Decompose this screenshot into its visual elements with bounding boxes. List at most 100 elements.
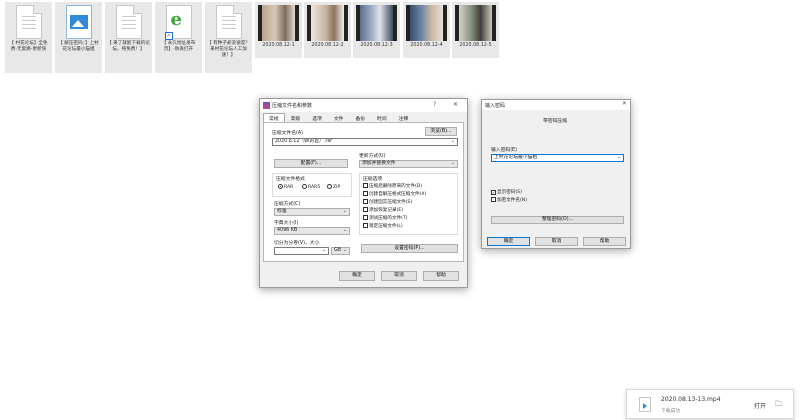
split-volumes-label: 切分为分卷(V)，大小 [274, 241, 320, 246]
video-file-item[interactable]: 2020.08.12-5 [452, 2, 499, 58]
organize-passwords-button[interactable]: 整理密码(O)... [491, 216, 624, 224]
text-document-icon [215, 5, 242, 39]
password-cancel-button[interactable]: 取消 [535, 237, 578, 246]
split-size-input[interactable] [274, 247, 329, 255]
image-file-icon [65, 5, 92, 39]
file-name: 【 村花论坛】全免费-无套路-更新快 [9, 41, 48, 52]
tab-advanced[interactable]: 高级 [285, 113, 307, 122]
video-name: 2020.08.12-3 [360, 43, 393, 48]
download-status: 下载成功 [661, 409, 681, 414]
checkbox-icon [491, 197, 496, 202]
file-item[interactable]: e ↗ 【 永久地址发布页】-防丢打开 [155, 2, 202, 73]
tab-options[interactable]: 选项 [306, 113, 328, 122]
close-icon[interactable]: ✕ [453, 101, 458, 108]
archive-format-label: 压缩文件格式 [276, 177, 305, 182]
file-item[interactable]: 【 来了就能下载的论坛，纯免费！】 [105, 2, 152, 73]
video-name: 2020.08.12-5 [459, 43, 492, 48]
password-label: 输入密码(E) [491, 148, 517, 153]
password-dialog-title: 输入密码 [485, 103, 506, 109]
open-file-button[interactable]: 打开 [754, 401, 766, 410]
tab-comment[interactable]: 注释 [393, 113, 415, 122]
method-label: 压缩方式(C) [274, 202, 301, 207]
video-file-item[interactable]: 2020.08.12-1 [255, 2, 302, 58]
archive-dialog-title: 压缩文件名和参数 [272, 103, 313, 109]
desktop: 【 村花论坛】全免费-无套路-更新快 【 解压密码：】上村花论坛最小猫姐 【 来… [0, 0, 800, 420]
video-name: 2020.08.12-4 [410, 43, 443, 48]
archive-dialog-titlebar[interactable]: 压缩文件名和参数 ? ✕ [260, 99, 467, 112]
general-panel: 压缩文件名(A) 浏览(B)... 2020.8.12（wi的首）.rar 配置… [263, 122, 464, 262]
archive-name-label: 压缩文件名(A) [272, 131, 304, 136]
tab-backup[interactable]: 备份 [349, 113, 371, 122]
show-password-checkbox[interactable]: ✓ 显示密码(S) [491, 189, 522, 195]
ok-button[interactable]: 确定 [339, 271, 375, 281]
password-help-button[interactable]: 帮助 [583, 237, 626, 246]
method-select[interactable]: 标准 [274, 208, 350, 216]
folder-icon[interactable]: 🗀 [775, 400, 782, 411]
checkbox-icon [363, 207, 368, 212]
browse-button[interactable]: 浏览(B)... [425, 127, 457, 136]
download-notification: 2020.08.13-13.mp4 下载成功 打开 🗀 [626, 389, 794, 419]
options-label: 压缩选项 [363, 177, 383, 182]
checkbox-icon [363, 223, 368, 228]
checkbox-icon [363, 215, 368, 220]
video-thumbnail-icon [258, 5, 299, 41]
split-unit-select[interactable]: GB [331, 247, 350, 255]
file-item[interactable]: 【 村花论坛】全免费-无套路-更新快 [5, 2, 52, 73]
format-zip-radio[interactable]: ZIP [327, 184, 340, 190]
video-file-item[interactable]: 2020.08.12-4 [403, 2, 450, 58]
dictionary-select[interactable]: 4096 KB [274, 227, 350, 235]
tab-files[interactable]: 文件 [328, 113, 350, 122]
profiles-button[interactable]: 配置(F)... [274, 159, 348, 168]
tab-time[interactable]: 时间 [371, 113, 393, 122]
video-thumbnail-icon [307, 5, 348, 41]
archive-dialog: 压缩文件名和参数 ? ✕ 常规 高级 选项 文件 备份 时间 注释 压缩文件名(… [259, 98, 468, 288]
file-name: 【 有种子却没速度？来村花论坛人工加速！】 [207, 41, 250, 58]
internet-shortcut-icon: e ↗ [164, 5, 192, 40]
set-password-button[interactable]: 设置密码(P)... [361, 244, 458, 253]
archive-name-input[interactable]: 2020.8.12（wi的首）.rar [272, 138, 458, 146]
file-item[interactable]: 【 解压密码：】上村花论坛最小猫姐 [55, 2, 102, 73]
file-name: 【 解压密码：】上村花论坛最小猫姐 [58, 41, 99, 52]
option-test-checkbox[interactable]: 测试压缩的文件(T) [363, 215, 408, 221]
option-recovery-checkbox[interactable]: 添加恢复记录(E) [363, 207, 403, 213]
checkbox-icon [363, 183, 368, 188]
video-name: 2020.08.12-1 [262, 43, 295, 48]
option-lock-checkbox[interactable]: 锁定压缩文件(L) [363, 223, 403, 229]
update-mode-select[interactable]: 添加并替换文件 [359, 160, 458, 168]
video-thumbnail-icon [406, 5, 447, 41]
winrar-icon [263, 102, 270, 109]
password-ok-button[interactable]: 确定 [487, 237, 530, 246]
video-thumbnail-icon [455, 5, 496, 41]
video-file-icon [639, 397, 651, 412]
format-rar5-radio[interactable]: RAR5 [302, 184, 320, 190]
password-input[interactable]: 上村花论坛最小猫姐 [491, 154, 624, 162]
text-document-icon [115, 5, 142, 39]
video-file-item[interactable]: 2020.08.12-3 [353, 2, 400, 58]
help-button[interactable]: 帮助 [423, 271, 459, 281]
file-item[interactable]: 【 有种子却没速度？来村花论坛人工加速！】 [205, 2, 252, 73]
help-icon[interactable]: ? [433, 101, 436, 108]
download-filename[interactable]: 2020.08.13-13.mp4 [661, 396, 721, 403]
password-dialog: 输入密码 ✕ 带密码压缩 输入密码(E) 上村花论坛最小猫姐 ✓显示密码(S) … [481, 99, 631, 249]
option-solid-checkbox[interactable]: 创建固实压缩文件(S) [363, 199, 412, 205]
close-icon[interactable]: ✕ [622, 100, 627, 107]
format-rar-radio[interactable]: RAR [278, 184, 293, 190]
checkbox-icon [363, 199, 368, 204]
video-thumbnail-icon [356, 5, 397, 41]
radio-icon [302, 184, 307, 189]
update-mode-label: 更新方式(U) [359, 154, 386, 159]
password-heading: 带密码压缩 [543, 119, 567, 124]
cancel-button[interactable]: 取消 [381, 271, 417, 281]
checkbox-icon [363, 191, 368, 196]
file-name: 【 来了就能下载的论坛，纯免费！】 [107, 41, 150, 52]
radio-selected-icon [278, 184, 283, 189]
tab-general[interactable]: 常规 [263, 113, 285, 122]
video-file-item[interactable]: 2020.08.12-2 [304, 2, 351, 58]
password-dialog-titlebar[interactable]: 输入密码 ✕ [482, 100, 630, 110]
option-sfx-checkbox[interactable]: 创建自解压格式压缩文件(X) [363, 191, 426, 197]
dictionary-label: 字典大小(I) [274, 221, 299, 226]
option-delete-after-checkbox[interactable]: 压缩后删除原来的文件(D) [363, 183, 422, 189]
file-name: 【 永久地址发布页】-防丢打开 [161, 41, 196, 52]
encrypt-filenames-checkbox[interactable]: 加密文件名(N) [491, 197, 527, 203]
radio-icon [327, 184, 332, 189]
